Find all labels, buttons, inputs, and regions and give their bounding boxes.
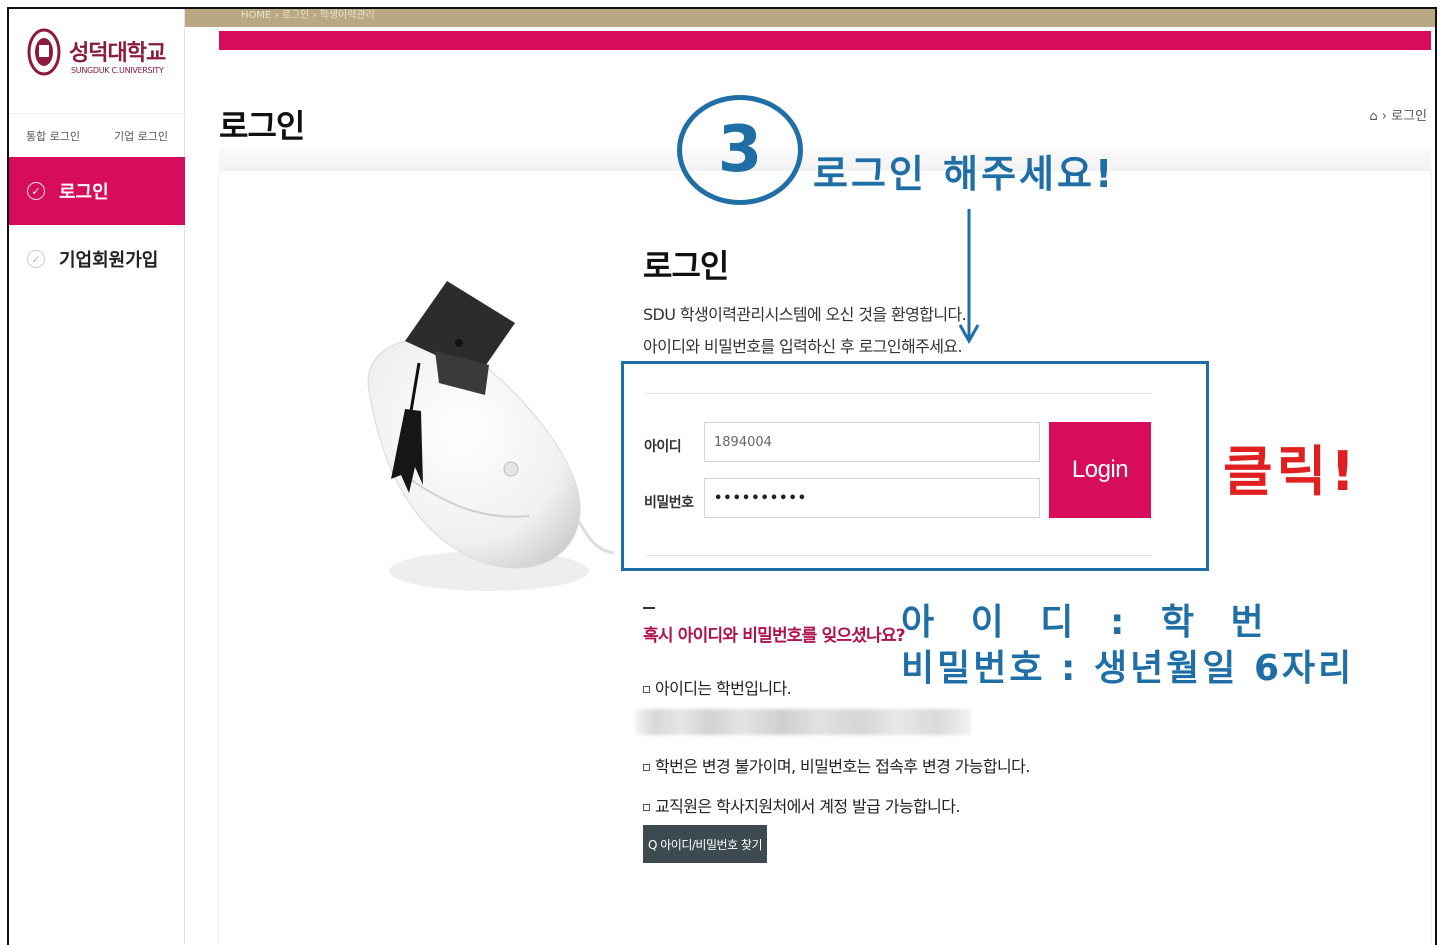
sidebar-item-login[interactable]: ✓ 로그인: [9, 157, 185, 225]
forgot-credentials-question: 혹시 아이디와 비밀번호를 잊으셨나요?: [643, 626, 906, 646]
blurred-region: [635, 709, 971, 735]
top-breadcrumb: HOME › 로그인 › 학생이력관리: [241, 10, 375, 21]
info-text: 교직원은 학사지원처에서 계정 발급 가능합니다.: [655, 797, 960, 816]
square-bullet-icon: [643, 686, 650, 693]
welcome-text-line1: SDU 학생이력관리시스템에 오신 것을 환영합니다.: [643, 305, 967, 324]
password-input[interactable]: ••••••••••: [704, 478, 1040, 518]
tab-integrated-login[interactable]: 통합 로그인: [9, 114, 97, 157]
login-heading: 로그인: [643, 247, 729, 285]
square-bullet-icon: [643, 804, 650, 811]
info-text: 아이디는 학번입니다.: [655, 679, 792, 698]
breadcrumb: ⌂ › 로그인: [1369, 109, 1427, 124]
section-dash: [643, 607, 655, 609]
check-circle-icon: ✓: [27, 182, 45, 200]
sidebar-item-company-signup[interactable]: ✓ 기업회원가입: [9, 225, 185, 293]
sidebar-item-label: 로그인: [59, 182, 109, 203]
university-emblem-icon: [27, 28, 61, 76]
login-button[interactable]: Login: [1049, 422, 1151, 518]
step-number-badge: 3: [677, 95, 803, 205]
side-menu: ✓ 로그인 ✓ 기업회원가입: [9, 157, 185, 293]
down-arrow-icon: [958, 209, 980, 345]
annotation-id-hint: 아 이 디 : 학 번: [901, 602, 1276, 643]
id-label: 아이디: [644, 439, 682, 455]
annotation-please-login: 로그인 해주세요!: [813, 152, 1116, 196]
info-item: 교직원은 학사지원처에서 계정 발급 가능합니다.: [643, 793, 960, 817]
login-form-highlight: 아이디 1894004 비밀번호 •••••••••• Login: [621, 361, 1209, 571]
find-id-password-button[interactable]: Q 아이디/비밀번호 찾기: [643, 825, 767, 863]
check-circle-icon: ✓: [27, 250, 45, 268]
info-text: 학번은 변경 불가이며, 비밀번호는 접속후 변경 가능합니다.: [655, 757, 1030, 776]
annotation-click: 클릭!: [1223, 440, 1359, 503]
welcome-text-line2: 아이디와 비밀번호를 입력하신 후 로그인해주세요.: [643, 337, 963, 356]
tab-company-login[interactable]: 기업 로그인: [97, 114, 185, 157]
brand-bar: [219, 31, 1431, 50]
page-title: 로그인: [219, 107, 305, 145]
annotation-password-hint: 비밀번호 : 생년월일 6자리: [901, 648, 1355, 689]
sidebar: 성덕대학교 SUNGDUK C.UNIVERSITY 통합 로그인 기업 로그인…: [9, 9, 185, 945]
sidebar-item-label: 기업회원가입: [59, 250, 159, 271]
logo-name-english: SUNGDUK C.UNIVERSITY: [71, 66, 164, 75]
mouse-graduation-cap-illustration: [367, 281, 615, 591]
screenshot-frame: 성덕대학교 SUNGDUK C.UNIVERSITY 통합 로그인 기업 로그인…: [7, 7, 1437, 945]
id-input[interactable]: 1894004: [704, 422, 1040, 462]
info-item: 학번은 변경 불가이며, 비밀번호는 접속후 변경 가능합니다.: [643, 753, 1030, 777]
login-type-tabs: 통합 로그인 기업 로그인: [9, 113, 185, 157]
university-logo[interactable]: 성덕대학교 SUNGDUK C.UNIVERSITY: [25, 23, 175, 83]
square-bullet-icon: [643, 764, 650, 771]
divider: [646, 393, 1151, 394]
logo-name-korean: 성덕대학교: [69, 41, 166, 66]
password-label: 비밀번호: [644, 495, 694, 511]
divider: [646, 555, 1151, 556]
info-item: 아이디는 학번입니다.: [643, 675, 792, 699]
